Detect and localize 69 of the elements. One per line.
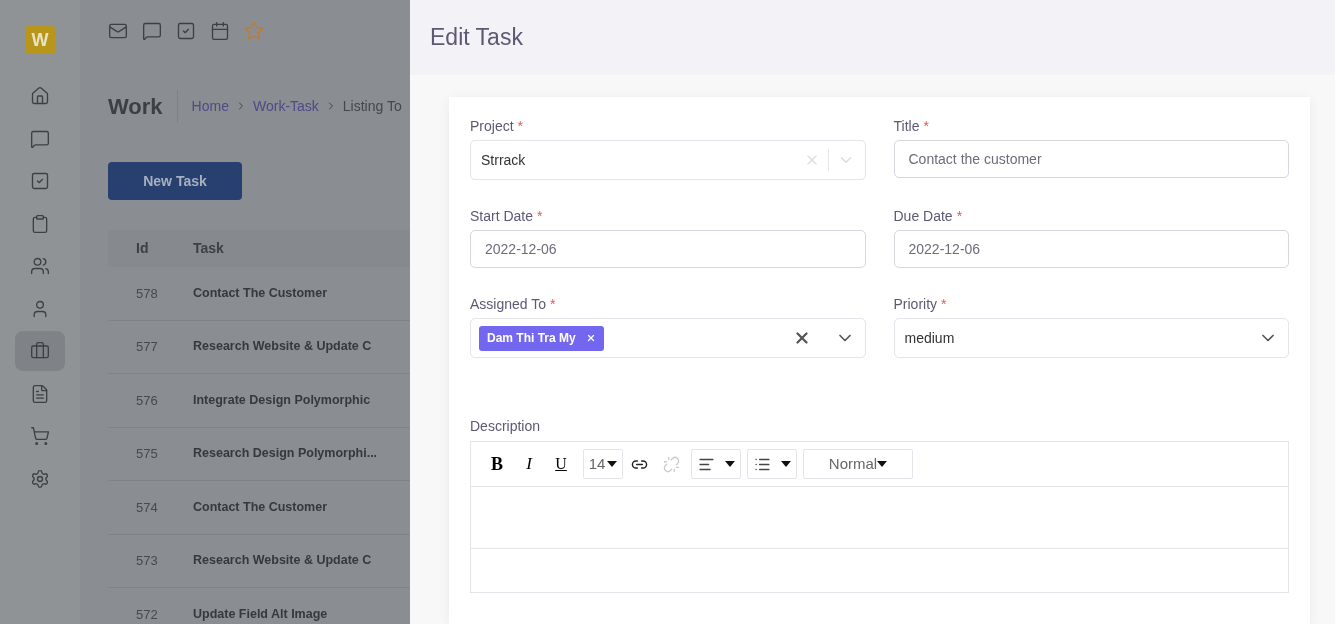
field-label: Title (893, 116, 920, 136)
task-cell-text: Update Field Alt Image (193, 605, 328, 623)
broken-link-icon (662, 455, 680, 473)
format-dropdown[interactable]: Normal (803, 449, 913, 479)
align-dropdown[interactable] (691, 449, 741, 479)
id-cell-text: 575 (135, 445, 159, 463)
select-value: Strrack (481, 150, 527, 170)
list-dropdown[interactable] (747, 449, 797, 479)
document-icon (30, 383, 50, 404)
checkbox-icon (30, 171, 50, 191)
text-field[interactable]: 2022-12-06 (893, 230, 1289, 268)
dropdown-triangle-icon (724, 461, 735, 467)
id-cell-text: 578 (135, 284, 159, 303)
home-icon (30, 86, 50, 106)
bold-button[interactable]: B (481, 449, 513, 479)
id-cell-text: 576 (135, 391, 159, 410)
required-asterisk: * (537, 206, 543, 226)
checkbox-icon[interactable] (176, 21, 196, 41)
task-cell-text: Integrate Design Polymorphic (193, 391, 371, 409)
task-cell-text: Research Website & Update C (193, 552, 372, 570)
cart-icon (30, 426, 50, 446)
field-label: Priority (893, 294, 938, 314)
new-task-button[interactable]: New Task (108, 162, 242, 200)
field-label: Project (470, 116, 514, 136)
chat-icon[interactable] (142, 21, 162, 41)
dropdown-triangle-icon (877, 461, 888, 467)
text-field[interactable]: 2022-12-06 (470, 230, 866, 268)
field-label: Assigned To (470, 294, 546, 314)
sidebar-item[interactable] (15, 331, 65, 371)
settings-icon (30, 468, 50, 489)
clipboard-icon (30, 213, 50, 234)
multi-select-field[interactable]: Dam Thi Tra My (470, 318, 866, 358)
column-header: Id (135, 239, 150, 258)
dropdown-triangle-icon (780, 461, 791, 467)
required-asterisk: * (956, 206, 963, 226)
breadcrumb-current: Listing To (342, 96, 402, 116)
dropdown-triangle-icon (607, 461, 618, 467)
star-icon[interactable] (244, 21, 264, 41)
required-asterisk: * (550, 294, 556, 314)
task-cell-text: Research Design Polymorphi... (193, 445, 378, 463)
required-asterisk: * (923, 116, 929, 136)
field-label: Start Date (470, 206, 534, 226)
text-field[interactable]: Contact the customer (893, 140, 1289, 178)
required-asterisk: * (517, 116, 524, 136)
id-cell-text: 573 (135, 552, 159, 570)
drawer-title: Edit Task (430, 23, 523, 53)
remove-icon[interactable] (585, 333, 596, 343)
assignee-tag[interactable]: Dam Thi Tra My (479, 325, 604, 351)
font-size-dropdown[interactable]: 14 (583, 449, 623, 479)
mail-icon[interactable] (108, 21, 128, 41)
users-icon (30, 256, 50, 276)
underline-button[interactable]: U (545, 449, 577, 479)
calendar-icon[interactable] (210, 21, 230, 41)
field-label: Description (470, 417, 542, 436)
task-cell-text: Contact The Customer (193, 284, 328, 302)
select-field[interactable]: medium (893, 318, 1289, 358)
task-cell-text: Research Website & Update C (193, 338, 372, 356)
required-asterisk: * (941, 294, 947, 314)
task-cell-text: Contact The Customer (193, 498, 328, 516)
id-cell-text: 577 (135, 338, 159, 356)
id-cell-text: 574 (135, 498, 159, 517)
select-value: medium (904, 328, 956, 348)
column-header: Task (193, 239, 224, 258)
briefcase-icon (30, 341, 50, 361)
page-title: Work (108, 89, 178, 123)
field-label: Due Date (893, 206, 953, 226)
italic-button[interactable]: I (513, 449, 545, 479)
id-cell-text: 572 (135, 605, 159, 624)
chat-icon (30, 128, 50, 149)
